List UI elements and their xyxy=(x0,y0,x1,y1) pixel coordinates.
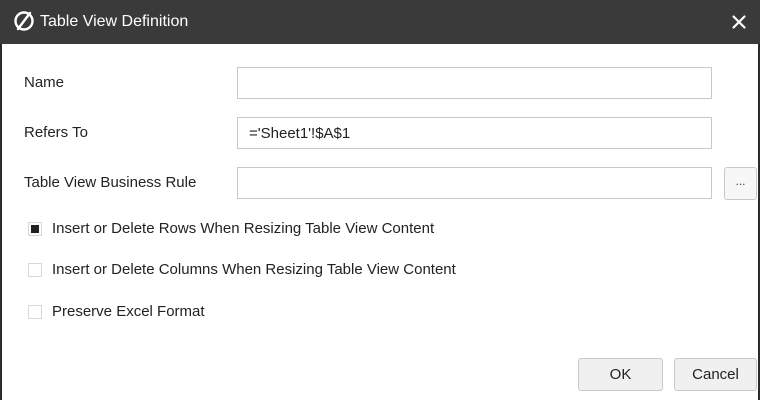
browse-business-rule-button[interactable]: ... xyxy=(724,167,757,200)
insert-delete-columns-checkbox[interactable] xyxy=(28,263,42,277)
business-rule-label: Table View Business Rule xyxy=(24,174,197,191)
title-bar: Table View Definition xyxy=(0,0,760,44)
preserve-excel-format-checkbox[interactable] xyxy=(28,305,42,319)
cancel-button[interactable]: Cancel xyxy=(674,358,757,391)
refers-to-label: Refers To xyxy=(24,124,88,141)
insert-delete-rows-label: Insert or Delete Rows When Resizing Tabl… xyxy=(52,220,435,237)
close-icon xyxy=(732,15,746,29)
refers-to-input[interactable] xyxy=(237,117,712,149)
name-input[interactable] xyxy=(237,67,712,99)
dialog-title: Table View Definition xyxy=(40,13,189,30)
close-button[interactable] xyxy=(724,7,754,37)
name-label: Name xyxy=(24,74,65,91)
ok-button[interactable]: OK xyxy=(578,358,663,391)
insert-delete-rows-checkbox[interactable] xyxy=(28,222,42,236)
table-view-definition-dialog: Table View Definition Name Refers To Tab… xyxy=(0,0,760,400)
insert-delete-columns-label: Insert or Delete Columns When Resizing T… xyxy=(52,261,456,278)
oracle-smart-view-icon xyxy=(13,10,35,32)
business-rule-input[interactable] xyxy=(237,167,712,199)
preserve-excel-format-label: Preserve Excel Format xyxy=(52,303,205,320)
